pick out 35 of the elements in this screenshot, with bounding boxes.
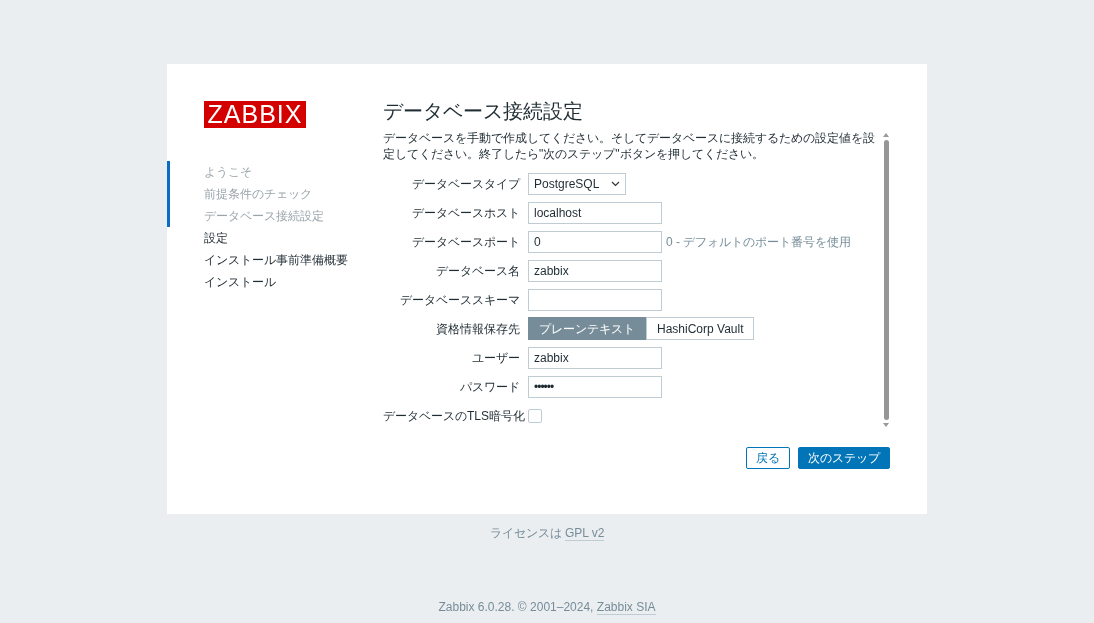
- copyright-text: Zabbix 6.0.28. © 2001–2024, Zabbix SIA: [438, 599, 656, 616]
- instructions-text: データベースを手動で作成してください。そしてデータベースに接続するための設定値を設定してください。終了したら"次のステップ"ボタンを押してください。: [383, 130, 876, 162]
- field-label: データベースタイプ: [411, 175, 522, 193]
- field-label: 資格情報保存先: [435, 320, 521, 338]
- field-label: ユーザー: [471, 349, 521, 367]
- chevron-down-icon: [611, 180, 620, 187]
- field-label: データベースのTLS暗号化: [383, 407, 526, 425]
- field-label: パスワード: [459, 378, 521, 396]
- step-item: データベース接続設定: [204, 208, 324, 225]
- field-label: データベースホスト: [411, 204, 521, 222]
- storage-option[interactable]: HashiCorp Vault: [646, 317, 755, 340]
- step-item: インストール: [204, 274, 276, 291]
- page-title: データベース接続設定: [383, 99, 584, 124]
- input-field[interactable]: localhost: [528, 201, 662, 224]
- database-type-dropdown[interactable]: PostgreSQL: [528, 172, 626, 195]
- field-label: データベーススキーマ: [399, 291, 521, 309]
- checkbox[interactable]: [528, 408, 542, 423]
- step-item: ようこそ: [204, 164, 252, 181]
- input-field[interactable]: [528, 288, 662, 311]
- input-field[interactable]: zabbix: [528, 259, 662, 282]
- field-label: データベースポート: [411, 233, 521, 251]
- scroll-up-arrow-icon[interactable]: [883, 133, 889, 137]
- scroll-down-arrow-icon[interactable]: [883, 423, 889, 427]
- field-hint: 0 - デフォルトのポート番号を使用: [666, 233, 852, 251]
- next-step-button[interactable]: 次のステップ: [798, 447, 890, 469]
- license-text: ライセンスは GPL v2: [489, 525, 605, 542]
- back-button[interactable]: 戻る: [746, 447, 790, 469]
- step-item: 前提条件のチェック: [204, 186, 312, 203]
- input-field[interactable]: zabbix: [528, 346, 662, 369]
- step-item: 設定: [204, 230, 228, 247]
- step-item: インストール事前準備概要: [204, 252, 348, 269]
- field-label: データベース名: [435, 262, 521, 280]
- input-field[interactable]: 0: [528, 230, 662, 253]
- password-field[interactable]: ••••••: [528, 375, 662, 398]
- zabbix-logo: ZABBIX: [204, 101, 306, 128]
